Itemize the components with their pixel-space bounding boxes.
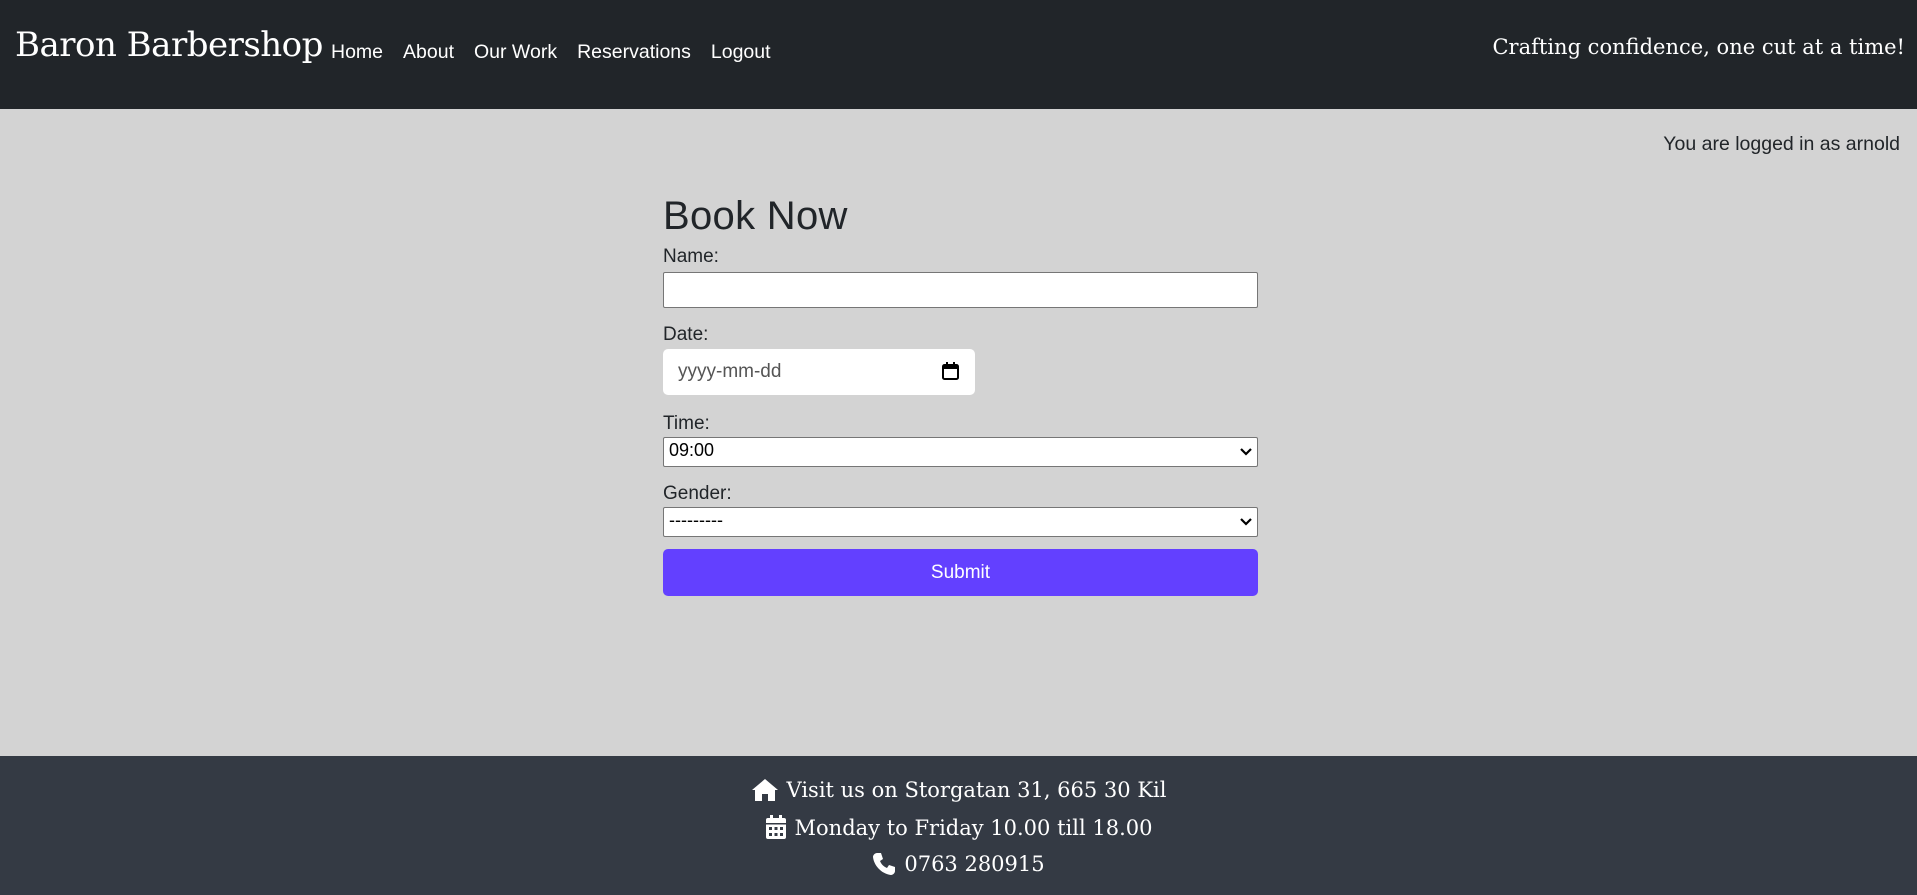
time-select[interactable]: 09:00 xyxy=(663,437,1258,467)
footer: Visit us on Storgatan 31, 665 30 Kil Mon… xyxy=(0,756,1917,895)
footer-address: Visit us on Storgatan 31, 665 30 Kil xyxy=(0,778,1917,802)
nav-our-work-link[interactable]: Our Work xyxy=(474,41,557,64)
brand-logo[interactable]: Baron Barbershop xyxy=(15,25,323,65)
time-select-value: 09:00 xyxy=(669,440,715,460)
nav-reservations-link[interactable]: Reservations xyxy=(577,41,691,64)
chevron-down-icon xyxy=(1240,448,1252,456)
gender-select-value: --------- xyxy=(669,510,723,530)
name-input[interactable] xyxy=(663,272,1258,308)
main-nav: Home About Our Work Reservations Logout xyxy=(331,41,771,64)
home-icon xyxy=(751,779,778,801)
date-label: Date: xyxy=(663,324,709,345)
submit-button[interactable]: Submit xyxy=(663,549,1258,596)
name-label: Name: xyxy=(663,246,719,267)
time-label: Time: xyxy=(663,413,710,434)
date-placeholder: yyyy-mm-dd xyxy=(678,361,782,382)
login-status: You are logged in as arnold xyxy=(1663,133,1900,155)
footer-phone-text[interactable]: 0763 280915 xyxy=(904,852,1044,876)
top-navbar: Baron Barbershop Home About Our Work Res… xyxy=(0,0,1917,109)
footer-hours: Monday to Friday 10.00 till 18.00 xyxy=(0,815,1917,840)
form-title: Book Now xyxy=(663,194,848,238)
nav-about-link[interactable]: About xyxy=(403,41,454,64)
calendar-picker-icon[interactable] xyxy=(942,362,959,380)
tagline: Crafting confidence, one cut at a time! xyxy=(1492,35,1905,59)
footer-hours-text: Monday to Friday 10.00 till 18.00 xyxy=(794,815,1153,840)
calendar-icon xyxy=(765,815,786,839)
gender-label: Gender: xyxy=(663,483,732,504)
footer-phone: 0763 280915 xyxy=(0,852,1917,876)
chevron-down-icon xyxy=(1240,518,1252,526)
footer-address-text: Visit us on Storgatan 31, 665 30 Kil xyxy=(786,778,1167,802)
gender-select[interactable]: --------- xyxy=(663,507,1258,537)
date-input[interactable]: yyyy-mm-dd xyxy=(663,349,975,395)
phone-icon xyxy=(873,853,896,875)
booking-form: Book Now Name: Date: yyyy-mm-dd Time: 09… xyxy=(663,190,1258,596)
nav-home-link[interactable]: Home xyxy=(331,41,383,64)
nav-logout-link[interactable]: Logout xyxy=(711,41,771,64)
